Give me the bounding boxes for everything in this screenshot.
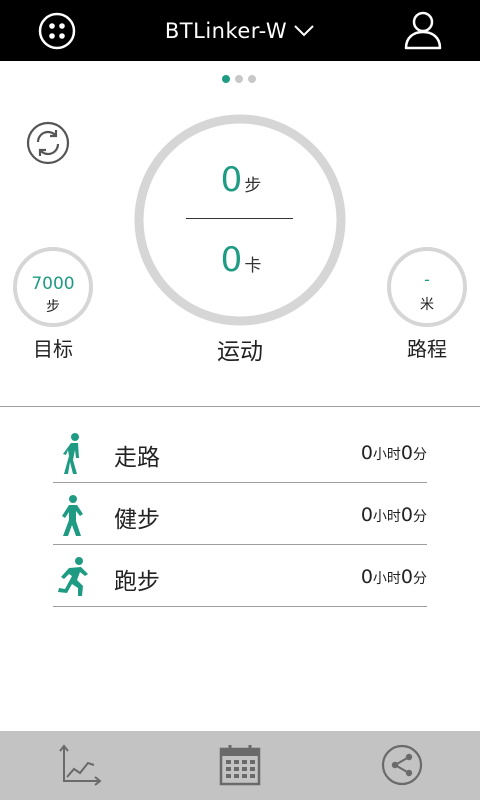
sync-icon[interactable] (26, 121, 70, 165)
calories-unit: 卡 (244, 256, 262, 276)
ring-divider (186, 218, 293, 219)
activity-row-brisk-walk[interactable]: 健步 0小时0分 (53, 483, 427, 545)
calories-readout: 0卡 (186, 240, 296, 280)
running-icon (58, 557, 88, 596)
activity-row-running[interactable]: 跑步 0小时0分 (53, 545, 427, 607)
section-divider (0, 406, 480, 407)
page-dot[interactable] (248, 75, 256, 83)
goal-label: 目标 (33, 337, 73, 361)
steps-unit: 步 (244, 176, 262, 196)
walking-icon (63, 433, 79, 474)
duration-hours: 0 (360, 566, 373, 588)
bottom-nav (0, 731, 480, 800)
app-screen: BTLinker-W 0步 0卡 运动 7000 步 目标 - 米 路程 走路 … (0, 0, 480, 800)
calendar-icon[interactable] (218, 743, 262, 787)
duration-minutes: 0 (400, 504, 413, 526)
activity-ring (134, 114, 346, 326)
apps-dots-icon[interactable] (37, 11, 77, 51)
chevron-down-icon (294, 24, 314, 36)
minute-unit: 分 (413, 571, 427, 587)
goal-value: 7000 (31, 274, 75, 294)
activity-row-walking[interactable]: 走路 0小时0分 (53, 421, 427, 483)
page-indicator (222, 75, 256, 83)
top-bar: BTLinker-W (0, 0, 480, 61)
brisk-walk-icon (62, 495, 83, 536)
minute-unit: 分 (413, 509, 427, 525)
calories-value: 0 (220, 240, 243, 280)
activity-label: 运动 (217, 339, 263, 365)
page-dot[interactable] (235, 75, 243, 83)
share-icon[interactable] (380, 743, 424, 787)
activity-name: 健步 (114, 507, 160, 533)
distance-label: 路程 (407, 337, 447, 361)
steps-value: 0 (220, 160, 243, 200)
goal-unit: 步 (46, 299, 60, 315)
hour-unit: 小时 (372, 509, 401, 525)
device-selector[interactable]: BTLinker-W (140, 0, 340, 61)
activity-name: 走路 (114, 445, 160, 471)
duration-minutes: 0 (400, 566, 413, 588)
distance-unit: 米 (420, 297, 434, 313)
page-dot-active[interactable] (222, 75, 230, 83)
activity-duration: 0小时0分 (361, 566, 427, 588)
steps-readout: 0步 (186, 160, 296, 200)
duration-hours: 0 (360, 504, 373, 526)
duration-hours: 0 (360, 442, 373, 464)
activity-list: 走路 0小时0分 健步 0小时0分 跑步 0小时0分 (53, 421, 427, 607)
hour-unit: 小时 (372, 571, 401, 587)
minute-unit: 分 (413, 447, 427, 463)
activity-duration: 0小时0分 (361, 442, 427, 464)
activity-duration: 0小时0分 (361, 504, 427, 526)
line-chart-icon[interactable] (58, 743, 102, 787)
distance-value: - (424, 270, 430, 289)
device-name: BTLinker-W (164, 18, 288, 43)
activity-name: 跑步 (114, 569, 160, 595)
hour-unit: 小时 (372, 447, 401, 463)
user-icon[interactable] (403, 9, 443, 51)
duration-minutes: 0 (400, 442, 413, 464)
